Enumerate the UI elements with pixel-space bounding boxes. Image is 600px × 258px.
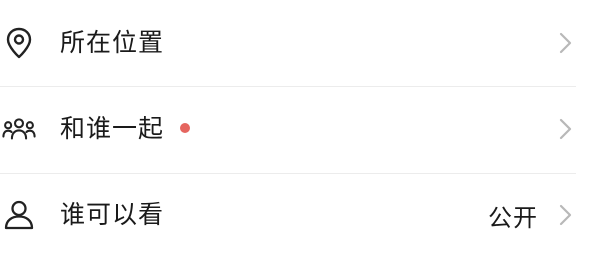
chevron-right-icon bbox=[558, 31, 574, 55]
post-options-list: 所在位置 和谁一起 谁可以看 公开 bbox=[0, 0, 600, 258]
chevron-right-icon bbox=[558, 203, 574, 227]
with-whom-text: 和谁一起 bbox=[60, 114, 165, 143]
visibility-value: 公开 bbox=[488, 203, 538, 232]
people-group-icon bbox=[2, 112, 36, 146]
location-row[interactable]: 所在位置 bbox=[0, 0, 600, 86]
with-whom-label: 和谁一起 bbox=[60, 114, 191, 144]
visibility-label: 谁可以看 bbox=[60, 200, 165, 229]
location-pin-icon bbox=[2, 26, 36, 60]
visibility-row[interactable]: 谁可以看 公开 bbox=[0, 172, 600, 258]
person-icon bbox=[2, 198, 36, 232]
location-label: 所在位置 bbox=[60, 28, 165, 57]
chevron-right-icon bbox=[558, 117, 574, 141]
notification-dot bbox=[180, 123, 191, 133]
with-whom-row[interactable]: 和谁一起 bbox=[0, 86, 600, 172]
